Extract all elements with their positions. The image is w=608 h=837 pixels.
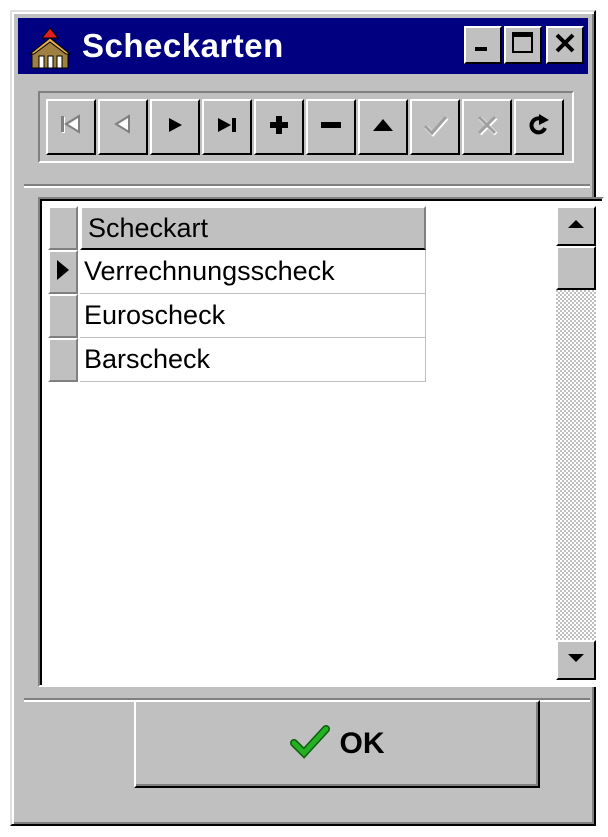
row-indicator[interactable] [48,338,78,382]
ok-button[interactable]: OK [134,700,540,788]
current-row-arrow-icon [55,258,71,287]
prior-icon [109,111,137,144]
up-triangle-icon [369,111,397,144]
plus-icon [265,111,293,144]
refresh-icon [525,111,553,144]
insert-record-button[interactable] [254,99,304,155]
next-record-button[interactable] [150,99,200,155]
prior-record-button[interactable] [98,99,148,155]
check-icon [420,110,450,145]
last-icon [213,111,241,144]
scheckarten-window: Scheckarten Scheckart Verrechnungsscheck… [10,10,604,826]
cancel-edit-button[interactable] [462,99,512,155]
scroll-up-arrow-icon [566,217,586,236]
row-indicator-current[interactable] [48,250,78,294]
window-title: Scheckarten [82,27,284,64]
header-indicator-cell [48,206,78,250]
minimize-button[interactable] [464,26,502,64]
minimize-icon [471,31,495,60]
scroll-down-arrow-icon [566,651,586,670]
db-navigator [38,91,574,163]
first-record-button[interactable] [46,99,96,155]
separator-top [24,184,590,188]
table-row[interactable]: Barscheck [80,338,426,382]
next-icon [161,111,189,144]
last-record-button[interactable] [202,99,252,155]
cross-icon [473,111,501,144]
refresh-data-button[interactable] [514,99,564,155]
row-indicator[interactable] [48,294,78,338]
column-header-scheckart[interactable]: Scheckart [80,206,426,250]
scroll-down-button[interactable] [556,640,596,680]
close-icon [552,30,578,61]
table-row[interactable]: Euroscheck [80,294,426,338]
close-button[interactable] [546,26,584,64]
title-bar[interactable]: Scheckarten [18,18,588,74]
delete-record-button[interactable] [306,99,356,155]
minus-icon [317,111,345,144]
maximize-button[interactable] [504,26,542,64]
vertical-scrollbar[interactable] [556,206,596,680]
table-row[interactable]: Verrechnungsscheck [80,250,426,294]
first-icon [57,111,85,144]
app-house-icon [28,24,74,70]
maximize-icon [510,30,536,61]
post-record-button[interactable] [410,99,460,155]
scroll-thumb[interactable] [556,246,596,290]
ok-button-label: OK [339,727,385,760]
scheckarten-grid[interactable]: Scheckart Verrechnungsscheck Euroscheck … [38,197,604,687]
grid-viewport: Scheckart Verrechnungsscheck Euroscheck … [40,199,602,685]
scroll-up-button[interactable] [556,206,596,246]
edit-record-button[interactable] [358,99,408,155]
green-check-icon [289,724,330,764]
